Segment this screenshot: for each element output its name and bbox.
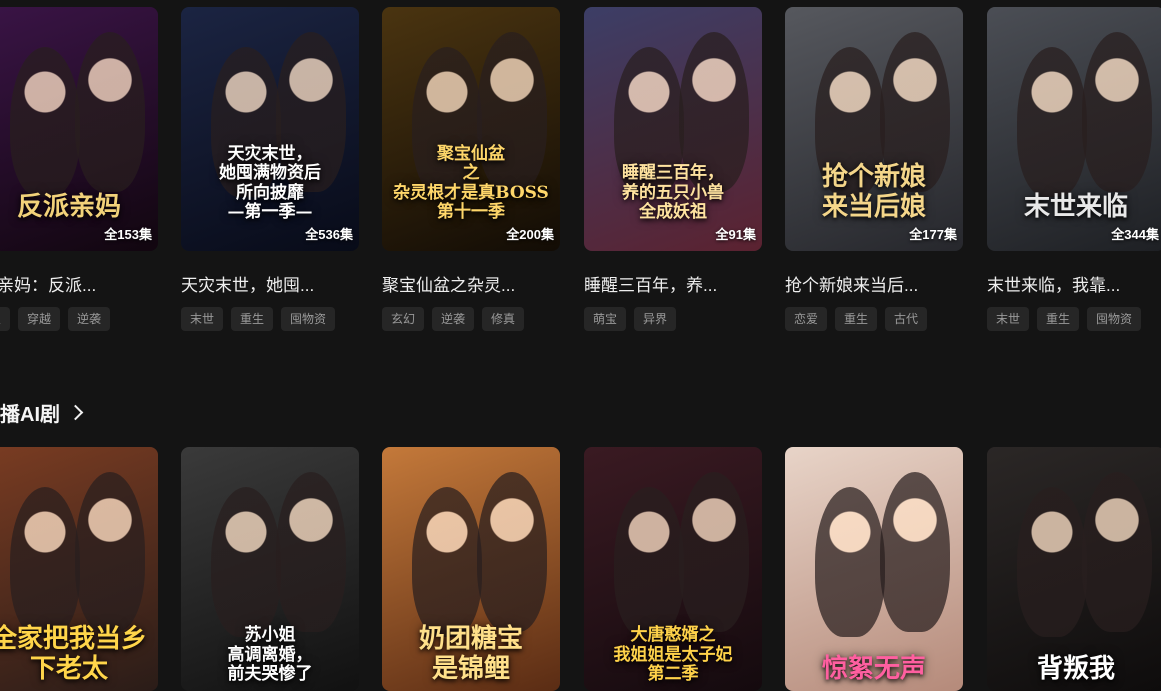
character-figure: [477, 472, 547, 632]
drama-card[interactable]: 苏小姐 高调离婚， 前夫哭惨了: [181, 447, 359, 691]
character-figure: [211, 487, 281, 637]
poster-image[interactable]: 大唐憨婿之 我姐姐是太子妃 第二季: [584, 447, 762, 691]
character-figure: [75, 472, 145, 632]
poster-title-art: 反派亲妈: [16, 192, 121, 223]
poster-title-art: 惊絮无声: [821, 654, 926, 685]
tag-list: 玄幻 逆袭 修真: [382, 307, 560, 331]
genre-tag[interactable]: 萌宝: [584, 307, 627, 331]
genre-tag[interactable]: 末世: [181, 307, 224, 331]
character-figure: [1082, 32, 1152, 192]
drama-card[interactable]: 聚宝仙盆 之 杂灵根才是真BOSS 第十一季全200集聚宝仙盆之杂灵... 玄幻逆…: [382, 7, 560, 331]
drama-card[interactable]: 奶团糖宝 是锦鲤: [382, 447, 560, 691]
genre-tag[interactable]: 逆袭: [432, 307, 475, 331]
tag-list: 宝穿越逆袭: [0, 307, 158, 331]
drama-title[interactable]: 天灾末世，她囤...: [181, 271, 359, 296]
character-figure: [276, 472, 346, 632]
character-figure: [75, 32, 145, 192]
poster-image[interactable]: 抢个新娘 来当后娘全177集: [785, 7, 963, 251]
episode-count-badge: 全344集: [1111, 227, 1159, 242]
drama-card[interactable]: 背叛我: [987, 447, 1161, 691]
genre-tag[interactable]: 囤物资: [1087, 307, 1142, 331]
episode-count-badge: 全177集: [909, 227, 957, 242]
tag-list: 末世 重生 囤物资: [181, 307, 359, 331]
genre-tag[interactable]: 恋爱: [785, 307, 828, 331]
character-figure: [412, 487, 482, 637]
poster-image[interactable]: 反派亲妈全153集: [0, 7, 158, 251]
poster-image[interactable]: 背叛我: [987, 447, 1161, 691]
poster-title-art: 抢个新娘 来当后娘: [821, 162, 926, 223]
drama-title[interactable]: 睡醒三百年，养...: [584, 271, 762, 296]
character-figure: [614, 487, 684, 637]
poster-image[interactable]: 惊絮无声: [785, 447, 963, 691]
genre-tag[interactable]: 穿越: [18, 307, 61, 331]
poster-image[interactable]: 苏小姐 高调离婚， 前夫哭惨了: [181, 447, 359, 691]
drama-card[interactable]: 天灾末世， 她囤满物资后 所向披靡 —第一季— 全536集天灾末世，她囤... 末世…: [181, 7, 359, 331]
episode-count-badge: 全91集: [715, 227, 756, 242]
genre-tag[interactable]: 末世: [987, 307, 1030, 331]
character-figure: [1082, 472, 1152, 632]
section-header[interactable]: 播AI剧: [0, 398, 84, 427]
poster-title-art: 天灾末世， 她囤满物资后 所向披靡 —第一季—: [219, 143, 321, 223]
genre-tag[interactable]: 异界: [634, 307, 677, 331]
genre-tag[interactable]: 重生: [835, 307, 878, 331]
poster-image[interactable]: 睡醒三百年， 养的五只小兽 全成妖祖全91集: [584, 7, 762, 251]
genre-tag[interactable]: 宝: [0, 307, 11, 331]
poster-image[interactable]: 聚宝仙盆 之 杂灵根才是真BOSS 第十一季全200集: [382, 7, 560, 251]
character-figure: [679, 472, 749, 632]
genre-tag[interactable]: 囤物资: [281, 307, 336, 331]
poster-title-art: 背叛我: [1036, 654, 1115, 685]
genre-tag[interactable]: 重生: [231, 307, 274, 331]
section-title: 播AI剧: [0, 404, 60, 426]
episode-count-badge: 全200集: [506, 227, 554, 242]
poster-title-art: 奶团糖宝 是锦鲤: [418, 624, 523, 685]
poster-image[interactable]: 末世来临全344集: [987, 7, 1161, 251]
poster-title-art: 睡醒三百年， 养的五只小兽 全成妖祖: [622, 163, 724, 223]
character-figure: [1017, 47, 1087, 197]
tag-list: 萌宝 异界: [584, 307, 762, 331]
drama-card[interactable]: 末世来临全344集末世来临，我靠... 末世 重生 囤物资: [987, 7, 1161, 331]
drama-title[interactable]: 派亲妈：反派...: [0, 271, 158, 296]
genre-tag[interactable]: 逆袭: [68, 307, 111, 331]
character-figure: [10, 487, 80, 637]
episode-count-badge: 全153集: [104, 227, 152, 242]
character-figure: [815, 487, 885, 637]
character-figure: [1017, 487, 1087, 637]
poster-title-art: 末世来临: [1023, 192, 1128, 223]
drama-card[interactable]: 反派亲妈全153集派亲妈：反派... 宝穿越逆袭: [0, 7, 158, 331]
drama-card[interactable]: 大唐憨婿之 我姐姐是太子妃 第二季: [584, 447, 762, 691]
poster-title-art: 聚宝仙盆 之 杂灵根才是真BOSS 第十一季: [393, 143, 549, 223]
drama-card[interactable]: 抢个新娘 来当后娘全177集抢个新娘来当后... 恋爱 重生 古代: [785, 7, 963, 331]
poster-title-art: 苏小姐 高调离婚， 前夫哭惨了: [227, 625, 313, 685]
genre-tag[interactable]: 修真: [482, 307, 525, 331]
character-figure: [880, 472, 950, 632]
genre-tag[interactable]: 玄幻: [382, 307, 425, 331]
tag-list: 恋爱 重生 古代: [785, 307, 963, 331]
character-figure: [10, 47, 80, 197]
genre-tag[interactable]: 古代: [885, 307, 928, 331]
drama-title[interactable]: 抢个新娘来当后...: [785, 271, 963, 296]
drama-title[interactable]: 聚宝仙盆之杂灵...: [382, 271, 560, 296]
genre-tag[interactable]: 重生: [1037, 307, 1080, 331]
poster-image[interactable]: 天灾末世， 她囤满物资后 所向披靡 —第一季— 全536集: [181, 7, 359, 251]
poster-image[interactable]: 奶团糖宝 是锦鲤: [382, 447, 560, 691]
drama-title[interactable]: 末世来临，我靠...: [987, 271, 1161, 296]
poster-title-art: 全家把我当乡下老太: [0, 624, 147, 685]
episode-count-badge: 全536集: [305, 227, 353, 242]
drama-card[interactable]: 全家把我当乡下老太: [0, 447, 158, 691]
poster-image[interactable]: 全家把我当乡下老太: [0, 447, 158, 691]
chevron-right-icon[interactable]: [67, 404, 84, 421]
drama-card[interactable]: 惊絮无声: [785, 447, 963, 691]
drama-card[interactable]: 睡醒三百年， 养的五只小兽 全成妖祖全91集睡醒三百年，养... 萌宝 异界: [584, 7, 762, 331]
tag-list: 末世 重生 囤物资: [987, 307, 1161, 331]
poster-title-art: 大唐憨婿之 我姐姐是太子妃 第二季: [613, 625, 733, 685]
